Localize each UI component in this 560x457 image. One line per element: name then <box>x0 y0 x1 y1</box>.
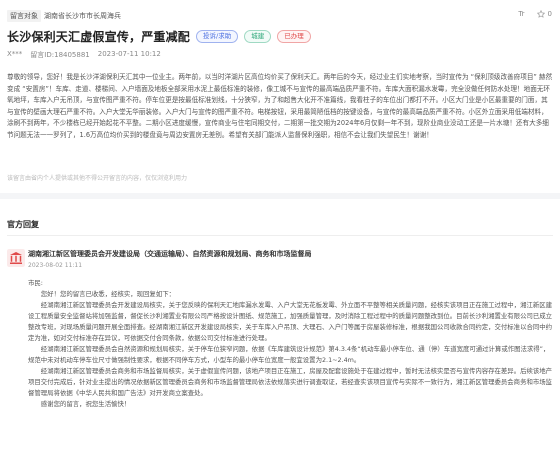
reply-paragraph: 经湖南湘江新区管理委员会开发建设局核实，关于您反映的保利天汇地库漏水发霉、入户大… <box>28 301 553 342</box>
section-line <box>7 235 553 236</box>
message-object[interactable]: 湖南省长沙市市长周海兵 <box>44 11 121 21</box>
title-row: 长沙保利天汇虚假宣传，严重减配 投诉/求助 城建 已办理 <box>7 28 311 45</box>
reply-date: 2023-08-02 11:11 <box>28 262 83 269</box>
privacy-hint: 该留言由省内个人提供或其他不得公开留言的内容，仅仅浏览利用力 <box>7 175 188 182</box>
message-content: 尊敬的领导，您好！我是长沙洋湖保利天汇其中一位业主。两年前，以当时洋湖片区高位均… <box>7 73 553 139</box>
message-object-tag: 留言对象 <box>7 10 41 22</box>
reply-org-name: 湖南湘江新区管理委员会开发建设局（交通运输局）、自然资源和规划局、商务和市场监督… <box>28 250 312 258</box>
message-time: 2023-07-11 10:12 <box>97 50 161 58</box>
reply-paragraph: 您好！您的留言已收悉，经核实，现回复如下： <box>40 290 175 298</box>
like-button[interactable]: 0 <box>536 10 552 18</box>
section-title: 官方回复 <box>7 220 39 229</box>
page-title: 长沙保利天汇虚假宣传，严重减配 <box>7 30 191 44</box>
reply-paragraph: 感谢您的留言，祝您生活愉快！ <box>40 400 131 408</box>
author-name: X*** <box>7 50 23 58</box>
government-icon <box>7 249 25 267</box>
meta-actions: Tr 0 <box>518 10 552 18</box>
page: 留言对象 湖南省长沙市市长周海兵 Tr 0 长沙保利天汇虚假宣传，严重减配 投诉… <box>0 0 560 457</box>
font-size-icon: Tr <box>518 10 525 18</box>
field-badge: 城建 <box>244 30 272 43</box>
star-icon <box>536 10 545 18</box>
reply-greeting: 市民: <box>28 279 43 287</box>
meta-row: 留言对象 湖南省长沙市市长周海兵 Tr 0 <box>7 10 552 22</box>
reply-paragraph: 经湖南湘江新区管理委员会自然资源和规划局核实，关于停车位狭窄问题，依据《车库建筑… <box>28 345 550 364</box>
status-badge: 已办理 <box>277 30 311 43</box>
message-id: 留言ID:18405881 <box>30 51 90 59</box>
reply-section: 官方回复 湖南湘江新区管理委员会开发建设局（交通运输局）、自然资源和规划局、商务… <box>0 199 560 457</box>
reply-body: 市民: 您好！您的留言已收悉，经核实，现回复如下： 经湖南湘江新区管理委员会开发… <box>28 278 553 410</box>
font-size-button[interactable]: Tr <box>518 10 524 18</box>
author-row: X*** 留言ID:18405881 2023-07-11 10:12 <box>7 50 161 60</box>
reply-paragraph: 经湖南湘江新区管理委员会商务和市场监督局核实，关于虚假宣传问题，该地产项目正在施… <box>28 367 553 397</box>
message-section: 留言对象 湖南省长沙市市长周海兵 Tr 0 长沙保利天汇虚假宣传，严重减配 投诉… <box>0 0 560 196</box>
category-badge: 投诉/求助 <box>196 30 239 43</box>
like-count: 0 <box>547 10 552 18</box>
